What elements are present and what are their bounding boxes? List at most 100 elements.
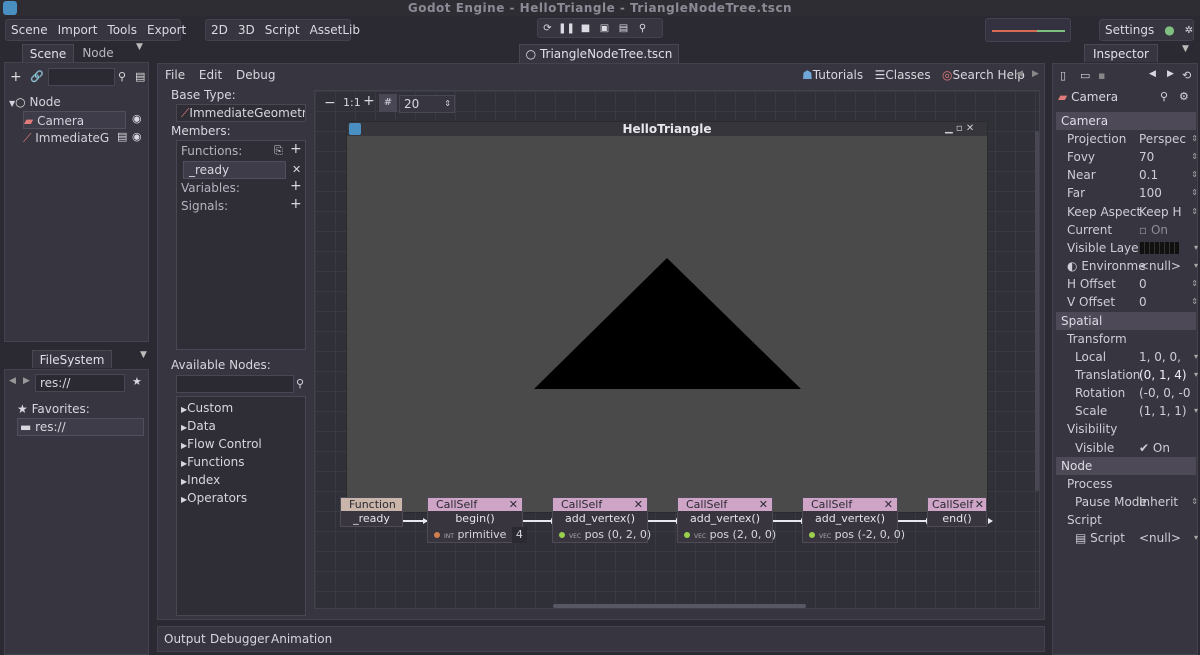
loop-icon[interactable]: ⟳ bbox=[538, 23, 557, 34]
menu-edit[interactable]: Edit bbox=[199, 68, 222, 82]
menu-import[interactable]: Import bbox=[53, 23, 103, 37]
callself-begin-node[interactable]: CallSelf ✕ begin() INT primitive 4 bbox=[427, 497, 527, 543]
minimize-icon[interactable]: ▁ bbox=[945, 123, 953, 134]
play-custom-icon[interactable]: ▤ bbox=[614, 23, 633, 34]
add-node-icon[interactable]: + bbox=[10, 69, 22, 85]
zoom-reset-icon[interactable]: 1:1 bbox=[343, 96, 361, 109]
path-input[interactable]: res:// bbox=[35, 374, 125, 392]
prop-visible-layers-grid[interactable]: ▾ bbox=[1139, 239, 1200, 257]
prop-far-value[interactable]: 100 ⇕ bbox=[1139, 184, 1200, 202]
script-attached-icon[interactable]: ▤ bbox=[117, 130, 127, 143]
callself-add-vertex-node-3[interactable]: CallSelf ✕ add_vertex() VEC pos (-2, 0, 0… bbox=[802, 497, 905, 543]
prop-keep-aspect-value[interactable]: Keep H ⇕ bbox=[1139, 203, 1200, 221]
close-icon[interactable]: ✕ bbox=[509, 498, 518, 511]
prop-local-value[interactable]: 1, 0, 0, ▾ bbox=[1139, 348, 1200, 366]
prop-fovy-value[interactable]: 70 ⇕ bbox=[1139, 148, 1200, 166]
spinner-arrows-icon[interactable]: ⇕ bbox=[444, 96, 451, 112]
save-resource-icon[interactable]: ▪ bbox=[1098, 69, 1105, 82]
prop-v-offset-value[interactable]: 0 ⇕ bbox=[1139, 293, 1200, 311]
tab-node[interactable]: Node bbox=[76, 44, 120, 62]
visibility-eye-icon[interactable]: ◉ bbox=[132, 112, 142, 125]
mode-assetlib[interactable]: AssetLib bbox=[305, 23, 365, 37]
history-back-icon[interactable]: ◀ bbox=[1149, 69, 1156, 79]
dock-menu-icon[interactable]: ▼ bbox=[136, 42, 143, 52]
tab-scene[interactable]: Scene bbox=[22, 44, 74, 62]
next-doc-icon[interactable]: ▶ bbox=[1032, 69, 1039, 79]
visibility-eye-icon[interactable]: ◉ bbox=[132, 130, 142, 143]
prop-current-checkbox[interactable]: ▫ On bbox=[1139, 221, 1200, 239]
classes-link[interactable]: ☰Classes bbox=[875, 68, 931, 82]
mode-2d[interactable]: 2D bbox=[206, 23, 233, 37]
prev-doc-icon[interactable]: ◀ bbox=[1016, 69, 1023, 79]
section-node[interactable]: Node bbox=[1056, 457, 1196, 475]
prop-pause-mode-value[interactable]: Inherit ⇕ bbox=[1139, 493, 1200, 511]
section-spatial[interactable]: Spatial bbox=[1056, 312, 1196, 330]
menu-scene[interactable]: Scene bbox=[6, 23, 53, 37]
zoom-in-icon[interactable]: + bbox=[363, 93, 375, 109]
prop-visible-checkbox[interactable]: ✔ On bbox=[1139, 439, 1200, 457]
tab-animation[interactable]: Animation bbox=[271, 632, 332, 646]
horizontal-scrollbar[interactable] bbox=[553, 604, 806, 608]
load-resource-icon[interactable]: ▭ bbox=[1080, 69, 1090, 82]
new-resource-icon[interactable]: ▯ bbox=[1060, 69, 1066, 82]
base-type-selector[interactable]: ⟋ImmediateGeometry bbox=[176, 104, 306, 122]
scene-filter-input[interactable] bbox=[48, 68, 115, 86]
mode-3d[interactable]: 3D bbox=[233, 23, 260, 37]
callself-add-vertex-node-2[interactable]: CallSelf ✕ add_vertex() VEC pos (2, 0, 0) bbox=[677, 497, 776, 543]
tab-output[interactable]: Output bbox=[164, 632, 206, 646]
port-value[interactable]: 4 bbox=[511, 527, 527, 543]
tab-trianglenodetree[interactable]: ○ TriangleNodeTree.tscn ✕ bbox=[519, 44, 679, 79]
callself-end-node[interactable]: CallSelf ✕ end() bbox=[927, 497, 987, 527]
port-value[interactable]: (0, 2, 0) bbox=[608, 528, 652, 541]
tab-debugger[interactable]: Debugger bbox=[210, 632, 269, 646]
section-camera[interactable]: Camera bbox=[1056, 112, 1196, 130]
close-icon[interactable]: ✕ bbox=[966, 123, 974, 134]
play-scene-icon[interactable]: ▣ bbox=[595, 23, 614, 34]
close-icon[interactable]: ✕ bbox=[975, 498, 984, 511]
add-function-icon[interactable]: + bbox=[290, 141, 302, 157]
graph-canvas[interactable]: − 1:1 + # 20 ⇕ HelloTriangle ▁ ▫ ✕ Funct… bbox=[314, 90, 1040, 609]
stop-icon[interactable]: ■ bbox=[576, 23, 595, 34]
maximize-icon[interactable]: ▫ bbox=[956, 123, 963, 134]
search-icon[interactable]: ⚲ bbox=[1160, 90, 1168, 103]
prop-environment-value[interactable]: <null> ▾ bbox=[1139, 257, 1200, 275]
prop-projection-value[interactable]: Perspec ⇕ bbox=[1139, 130, 1200, 148]
tab-filesystem[interactable]: FileSystem bbox=[32, 350, 112, 368]
favorite-star-icon[interactable]: ★ bbox=[132, 375, 142, 388]
category-functions[interactable]: ▶Functions bbox=[181, 455, 244, 469]
close-icon[interactable]: ✕ bbox=[884, 498, 893, 511]
tree-item-immediategeometry[interactable]: ⟋ ImmediateG bbox=[23, 129, 109, 147]
port-value[interactable]: (2, 0, 0) bbox=[733, 528, 777, 541]
category-data[interactable]: ▶Data bbox=[181, 419, 216, 433]
tab-inspector[interactable]: Inspector bbox=[1084, 44, 1158, 62]
dock-menu-icon[interactable]: ▼ bbox=[1182, 44, 1189, 54]
forward-icon[interactable]: ▶ bbox=[23, 376, 30, 386]
dock-menu-icon[interactable]: ▼ bbox=[140, 350, 147, 360]
search-icon[interactable]: ⚲ bbox=[118, 70, 126, 83]
history-icon[interactable]: ⟲ bbox=[1182, 69, 1191, 82]
search-icon[interactable]: ⚲ bbox=[296, 377, 304, 390]
node-search-input[interactable] bbox=[176, 375, 294, 393]
prop-near-value[interactable]: 0.1 ⇕ bbox=[1139, 166, 1200, 184]
search-help-link[interactable]: ◎Search Help bbox=[942, 68, 1025, 82]
deploy-icon[interactable]: ⚲ bbox=[633, 23, 652, 34]
vector3-port-icon[interactable] bbox=[684, 532, 690, 538]
mode-script[interactable]: Script bbox=[260, 23, 305, 37]
add-variable-icon[interactable]: + bbox=[290, 178, 302, 194]
vector3-port-icon[interactable] bbox=[559, 532, 565, 538]
port-value[interactable]: (-2, 0, 0) bbox=[858, 528, 906, 541]
object-menu-icon[interactable]: ⚙ bbox=[1179, 90, 1189, 103]
prop-scale-value[interactable]: (1, 1, 1) ▾ bbox=[1139, 402, 1200, 420]
close-icon[interactable]: ✕ bbox=[759, 498, 768, 511]
prop-rotation-value[interactable]: (-0, 0, -0 bbox=[1139, 384, 1200, 402]
override-icon[interactable]: ⎘ bbox=[274, 144, 283, 158]
history-forward-icon[interactable]: ▶ bbox=[1167, 69, 1174, 79]
category-flow-control[interactable]: ▶Flow Control bbox=[181, 437, 262, 451]
category-custom[interactable]: ▶Custom bbox=[181, 401, 233, 415]
add-signal-icon[interactable]: + bbox=[290, 196, 302, 212]
prop-h-offset-value[interactable]: 0 ⇕ bbox=[1139, 275, 1200, 293]
vector3-port-icon[interactable] bbox=[809, 532, 815, 538]
category-operators[interactable]: ▶Operators bbox=[181, 491, 247, 505]
vertical-scrollbar[interactable] bbox=[1035, 131, 1039, 491]
settings-button[interactable]: Settings ● ✲ bbox=[1099, 19, 1194, 41]
